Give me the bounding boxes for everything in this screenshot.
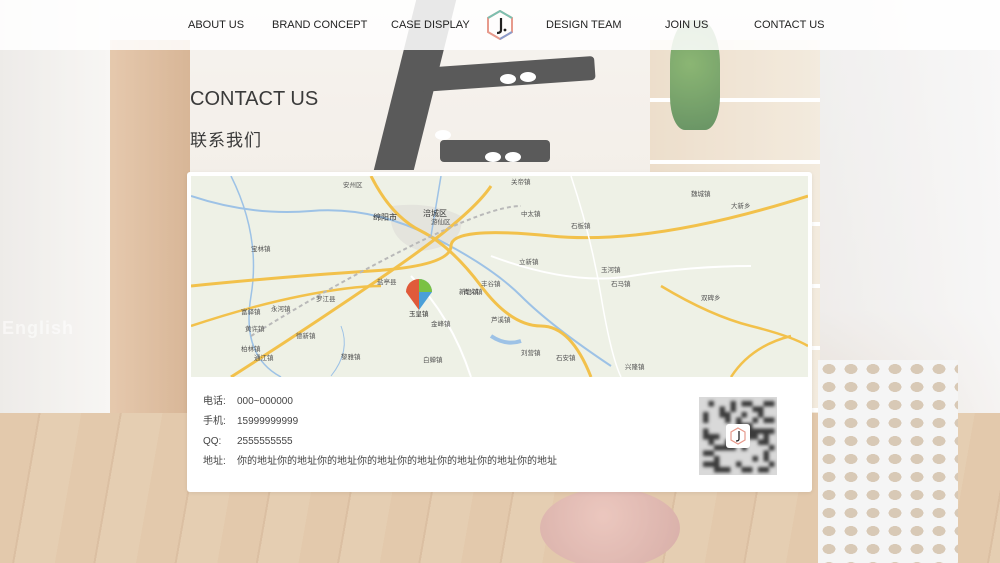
map-place-label: 柏林镇 [241,344,261,353]
map-place-label: 绵阳市 [373,212,397,222]
map-place-label: 新皂镇 [459,287,479,296]
phone-row: 电话: 000~000000 [203,394,293,410]
page-title-cn: 联系我们 [190,131,262,150]
map-place-label: 芦溪镇 [491,315,511,324]
map-place-label: 盐亭县 [377,277,397,286]
nav-case-display[interactable]: CASE DISPLAY [391,0,470,50]
mobile-row: 手机: 15999999999 [203,414,298,430]
map-place-label: 石板镇 [571,221,591,230]
contact-card: 绵阳市 涪城区 游仙区 安州区 罗江县 盐亭县 青义镇 金峰镇 新皂镇 立新镇 关帝镇 中太镇 石板镇石… [187,172,812,492]
address-label: 地址: [203,456,226,467]
phone-value: 000~000000 [237,396,293,407]
nav-about-us[interactable]: ABOUT US [188,0,244,50]
map-place-label: 中太镇 [521,209,541,218]
nav-join-us[interactable]: JOIN US [665,0,708,50]
nav-brand-concept[interactable]: BRAND CONCEPT [272,0,367,50]
map-place-label: 通江镇 [254,353,274,362]
map-marker-label: 玉皇镇 [409,309,429,318]
map-place-label: 德新镇 [296,331,316,340]
map-place-label: 石马镇 [611,279,631,288]
map-place-label: 安州区 [343,180,363,189]
map-place-label: 白蝉镇 [423,355,443,364]
top-nav: ABOUT US BRAND CONCEPT CASE DISPLAY DESI… [0,0,1000,50]
map-place-label: 黎雅镇 [341,352,361,361]
nav-design-team[interactable]: DESIGN TEAM [546,0,622,50]
phone-label: 电话: [203,396,226,407]
map-place-label: 双碑乡 [701,293,721,302]
map-place-label: 立新镇 [519,257,539,266]
map-place-label: 丰谷镇 [481,279,501,288]
qq-label: QQ: [203,436,222,447]
map-place-label: 大新乡 [731,201,751,210]
qr-code-icon [699,397,777,475]
map-place-label: 宝林镇 [251,244,271,253]
map-place-label: 石安镇 [556,353,576,362]
map-place-label: 兴隆镇 [625,362,645,371]
map-view[interactable]: 绵阳市 涪城区 游仙区 安州区 罗江县 盐亭县 青义镇 金峰镇 新皂镇 立新镇 关帝镇 中太镇 石板镇石… [191,176,808,377]
page-title-en: CONTACT US [190,88,319,110]
map-place-label: 涪城区 [423,208,447,218]
logo-icon[interactable] [486,10,514,40]
nav-contact-us[interactable]: CONTACT US [754,0,825,50]
map-place-label: 罗江县 [316,295,336,303]
address-value: 你的地址你的地址你的地址你的地址你的地址你的地址你的地址你的地址 [237,456,557,467]
address-row: 地址: 你的地址你的地址你的地址你的地址你的地址你的地址你的地址你的地址 [203,454,557,470]
map-place-label: 金峰镇 [431,319,451,328]
map-place-label: 永河镇 [271,304,291,313]
map-place-label: 关帝镇 [511,177,531,186]
mobile-value: 15999999999 [237,416,299,427]
qq-value: 2555555555 [237,436,293,447]
map-place-label: 富驿镇 [241,307,261,316]
map-place-label: 黄许镇 [245,324,265,333]
map-place-label: 游仙区 [431,217,451,226]
mobile-label: 手机: [203,416,226,427]
map-place-label: 玉河镇 [601,265,621,274]
qq-row: QQ: 2555555555 [203,434,293,450]
map-place-label: 刘营镇 [521,348,541,357]
map-place-label: 魏城镇 [691,189,711,198]
